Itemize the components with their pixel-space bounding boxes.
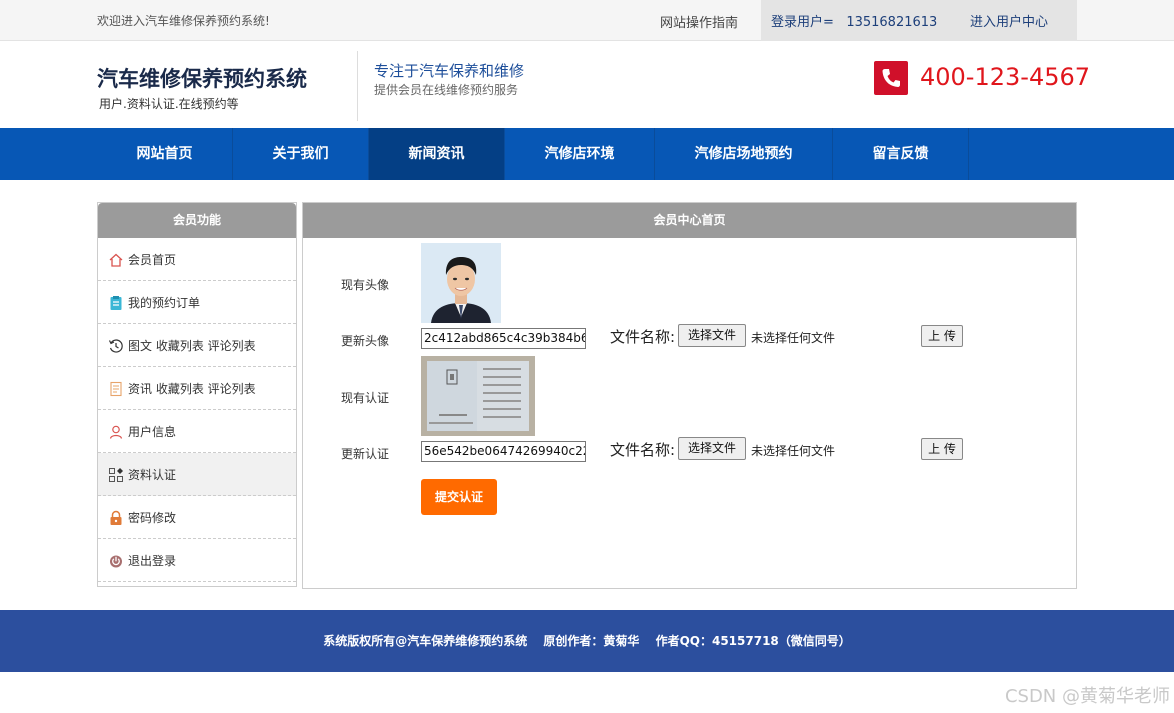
history-icon	[108, 338, 124, 354]
cert-upload-button[interactable]: 上 传	[921, 438, 963, 460]
csdn-watermark: CSDN @黄菊华老师	[1004, 686, 1170, 707]
sidebar-item-member-home[interactable]: 会员首页	[98, 238, 296, 281]
avatar-file-input[interactable]: 2c412abd865c4c39b384b63	[421, 328, 586, 349]
sidebar-item-verification[interactable]: 资料认证	[98, 453, 296, 496]
sidebar-item-label: 用户信息	[128, 425, 177, 439]
sidebar-item-label: 图文 收藏列表 评论列表	[128, 339, 256, 353]
current-avatar-label: 现有头像	[341, 278, 390, 292]
site-name: 汽车维修保养预约系统	[97, 67, 307, 91]
lock-icon	[108, 510, 124, 526]
avatar-image	[421, 243, 501, 323]
cert-no-file-text: 未选择任何文件	[751, 444, 836, 458]
cert-file-input[interactable]: 56e542be06474269940c222	[421, 441, 586, 462]
site-subtitle: 用户.资料认证.在线预约等	[99, 97, 239, 111]
sidebar-item-change-password[interactable]: 密码修改	[98, 496, 296, 539]
avatar-choose-file-button[interactable]: 选择文件	[678, 324, 746, 347]
sidebar-item-label: 我的预约订单	[128, 296, 201, 310]
avatar-upload-button[interactable]: 上 传	[921, 325, 963, 347]
sidebar-item-label: 密码修改	[128, 511, 177, 525]
phone-icon	[874, 61, 908, 95]
login-user[interactable]: 登录用户= 13516821613	[771, 11, 937, 30]
main-nav: 网站首页 关于我们 新闻资讯 汽修店环境 汽修店场地预约 留言反馈	[0, 128, 1174, 180]
sidebar-item-logout[interactable]: 退出登录	[98, 539, 296, 582]
header-divider	[357, 51, 358, 121]
user-box: 登录用户= 13516821613 进入用户中心	[761, 0, 1077, 41]
user-center-link[interactable]: 进入用户中心	[970, 11, 1048, 30]
current-cert-label: 现有认证	[341, 391, 390, 405]
sidebar-item-user-info[interactable]: 用户信息	[98, 410, 296, 453]
panel-title: 会员中心首页	[303, 203, 1076, 238]
site-header: 汽车维修保养预约系统 用户.资料认证.在线预约等 专注于汽车保养和维修 提供会员…	[0, 41, 1174, 128]
avatar-file-name-label: 文件名称:	[610, 328, 676, 346]
sidebar-item-image-favorites[interactable]: 图文 收藏列表 评论列表	[98, 324, 296, 367]
welcome-text: 欢迎进入汽车维修保养预约系统!	[97, 14, 270, 28]
member-center-panel: 会员中心首页 现有头像 更新头像 2c412abd865c4c39b384b63…	[302, 202, 1077, 589]
submit-verification-button[interactable]: 提交认证	[421, 479, 497, 515]
member-sidebar: 会员功能 会员首页 我的预约订单 图文 收藏列表 评论列表 资讯 收藏列表 评论…	[97, 202, 297, 587]
cert-file-name-label: 文件名称:	[610, 441, 676, 459]
document-icon	[108, 381, 124, 397]
slogan-subtitle: 提供会员在线维修预约服务	[374, 83, 519, 97]
sidebar-item-label: 会员首页	[128, 253, 177, 267]
nav-news[interactable]: 新闻资讯	[369, 128, 505, 180]
cert-choose-file-button[interactable]: 选择文件	[678, 437, 746, 460]
user-icon	[108, 424, 124, 440]
clipboard-icon	[108, 295, 124, 311]
sidebar-item-label: 退出登录	[128, 554, 177, 568]
sidebar-item-label: 资讯 收藏列表 评论列表	[128, 382, 256, 396]
sidebar-item-label: 资料认证	[128, 468, 177, 482]
nav-home[interactable]: 网站首页	[97, 128, 233, 180]
certificate-image	[421, 356, 535, 436]
home-icon	[108, 252, 124, 268]
nav-venue-booking[interactable]: 汽修店场地预约	[655, 128, 833, 180]
nav-about[interactable]: 关于我们	[233, 128, 369, 180]
sidebar-item-my-orders[interactable]: 我的预约订单	[98, 281, 296, 324]
nav-feedback[interactable]: 留言反馈	[833, 128, 969, 180]
login-username: 13516821613	[846, 15, 938, 30]
grid-icon	[108, 467, 124, 483]
site-guide-link[interactable]: 网站操作指南	[660, 12, 738, 31]
power-icon	[108, 553, 124, 569]
top-bar: 欢迎进入汽车维修保养预约系统! 网站操作指南 登录用户= 13516821613…	[0, 0, 1174, 41]
update-avatar-label: 更新头像	[341, 334, 390, 348]
hotline-number: 400-123-4567	[920, 63, 1091, 91]
avatar-no-file-text: 未选择任何文件	[751, 331, 836, 345]
login-label: 登录用户=	[771, 15, 834, 30]
slogan: 专注于汽车保养和维修	[374, 62, 525, 80]
site-footer: 系统版权所有@汽车保养维修预约系统 原创作者：黄菊华 作者QQ：45157718…	[0, 610, 1174, 672]
nav-shop-environment[interactable]: 汽修店环境	[505, 128, 655, 180]
sidebar-title: 会员功能	[98, 203, 296, 238]
update-cert-label: 更新认证	[341, 447, 390, 461]
sidebar-item-news-favorites[interactable]: 资讯 收藏列表 评论列表	[98, 367, 296, 410]
